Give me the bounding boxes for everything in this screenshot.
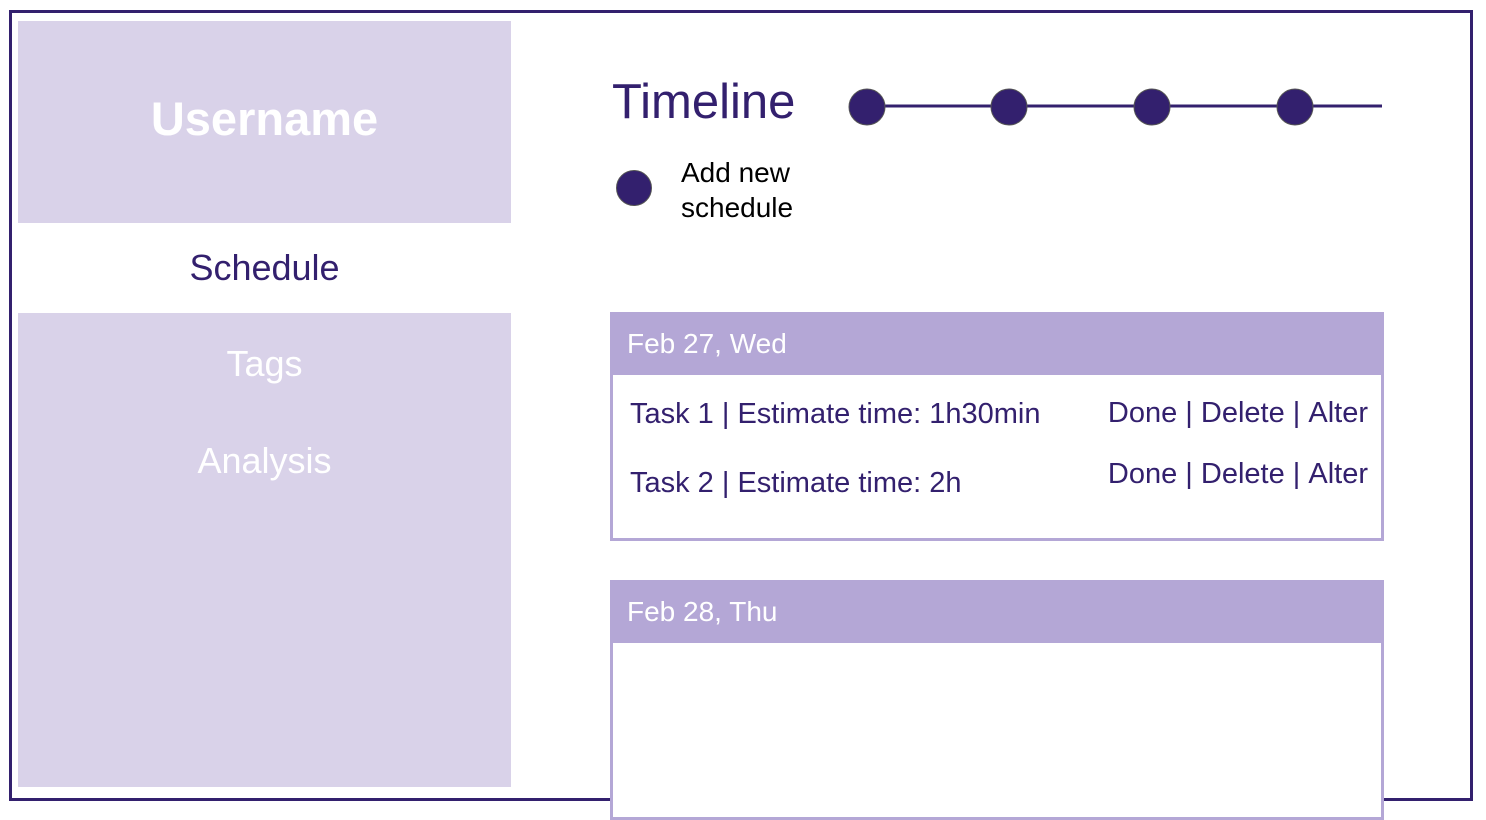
timeline-title: Timeline [612,75,796,129]
delete-button[interactable]: Delete [1201,460,1285,489]
sidebar-item-analysis[interactable]: Analysis [18,443,511,479]
task-actions: Done | Delete | Alter [1108,399,1368,428]
done-button[interactable]: Done [1108,399,1177,428]
day-card: Feb 27, Wed Task 1 | Estimate time: 1h30… [610,312,1384,541]
add-schedule-button[interactable] [616,170,652,206]
timeline-dot[interactable] [990,88,1028,126]
delete-button[interactable]: Delete [1201,399,1285,428]
day-card-date: Feb 28, Thu [610,580,1384,643]
done-button[interactable]: Done [1108,460,1177,489]
add-schedule-label[interactable]: Add new schedule [681,155,821,225]
add-schedule-label-line1: Add new [681,157,790,188]
sidebar: Username Schedule Tags Analysis [18,21,511,787]
timeline-dot[interactable] [1133,88,1171,126]
action-separator: | [1284,397,1309,429]
alter-button[interactable]: Alter [1308,399,1368,428]
task-item: Task 2 | Estimate time: 2h [630,467,962,499]
username: Username [150,92,379,145]
day-card: Feb 28, Thu [610,580,1384,820]
task-item: Task 1 | Estimate time: 1h30min [630,398,1041,430]
action-separator: | [1284,458,1309,490]
sidebar-item-tags[interactable]: Tags [18,346,511,382]
sidebar-item-schedule[interactable]: Schedule [18,223,511,313]
timeline-dot[interactable] [848,88,886,126]
day-card-date: Feb 27, Wed [610,312,1384,375]
add-schedule-label-line2: schedule [681,192,794,223]
timeline-dot[interactable] [1276,88,1314,126]
task-actions: Done | Delete | Alter [1108,460,1368,489]
alter-button[interactable]: Alter [1308,460,1368,489]
action-separator: | [1177,397,1201,429]
action-separator: | [1177,458,1201,490]
timeline-track [848,88,1382,126]
